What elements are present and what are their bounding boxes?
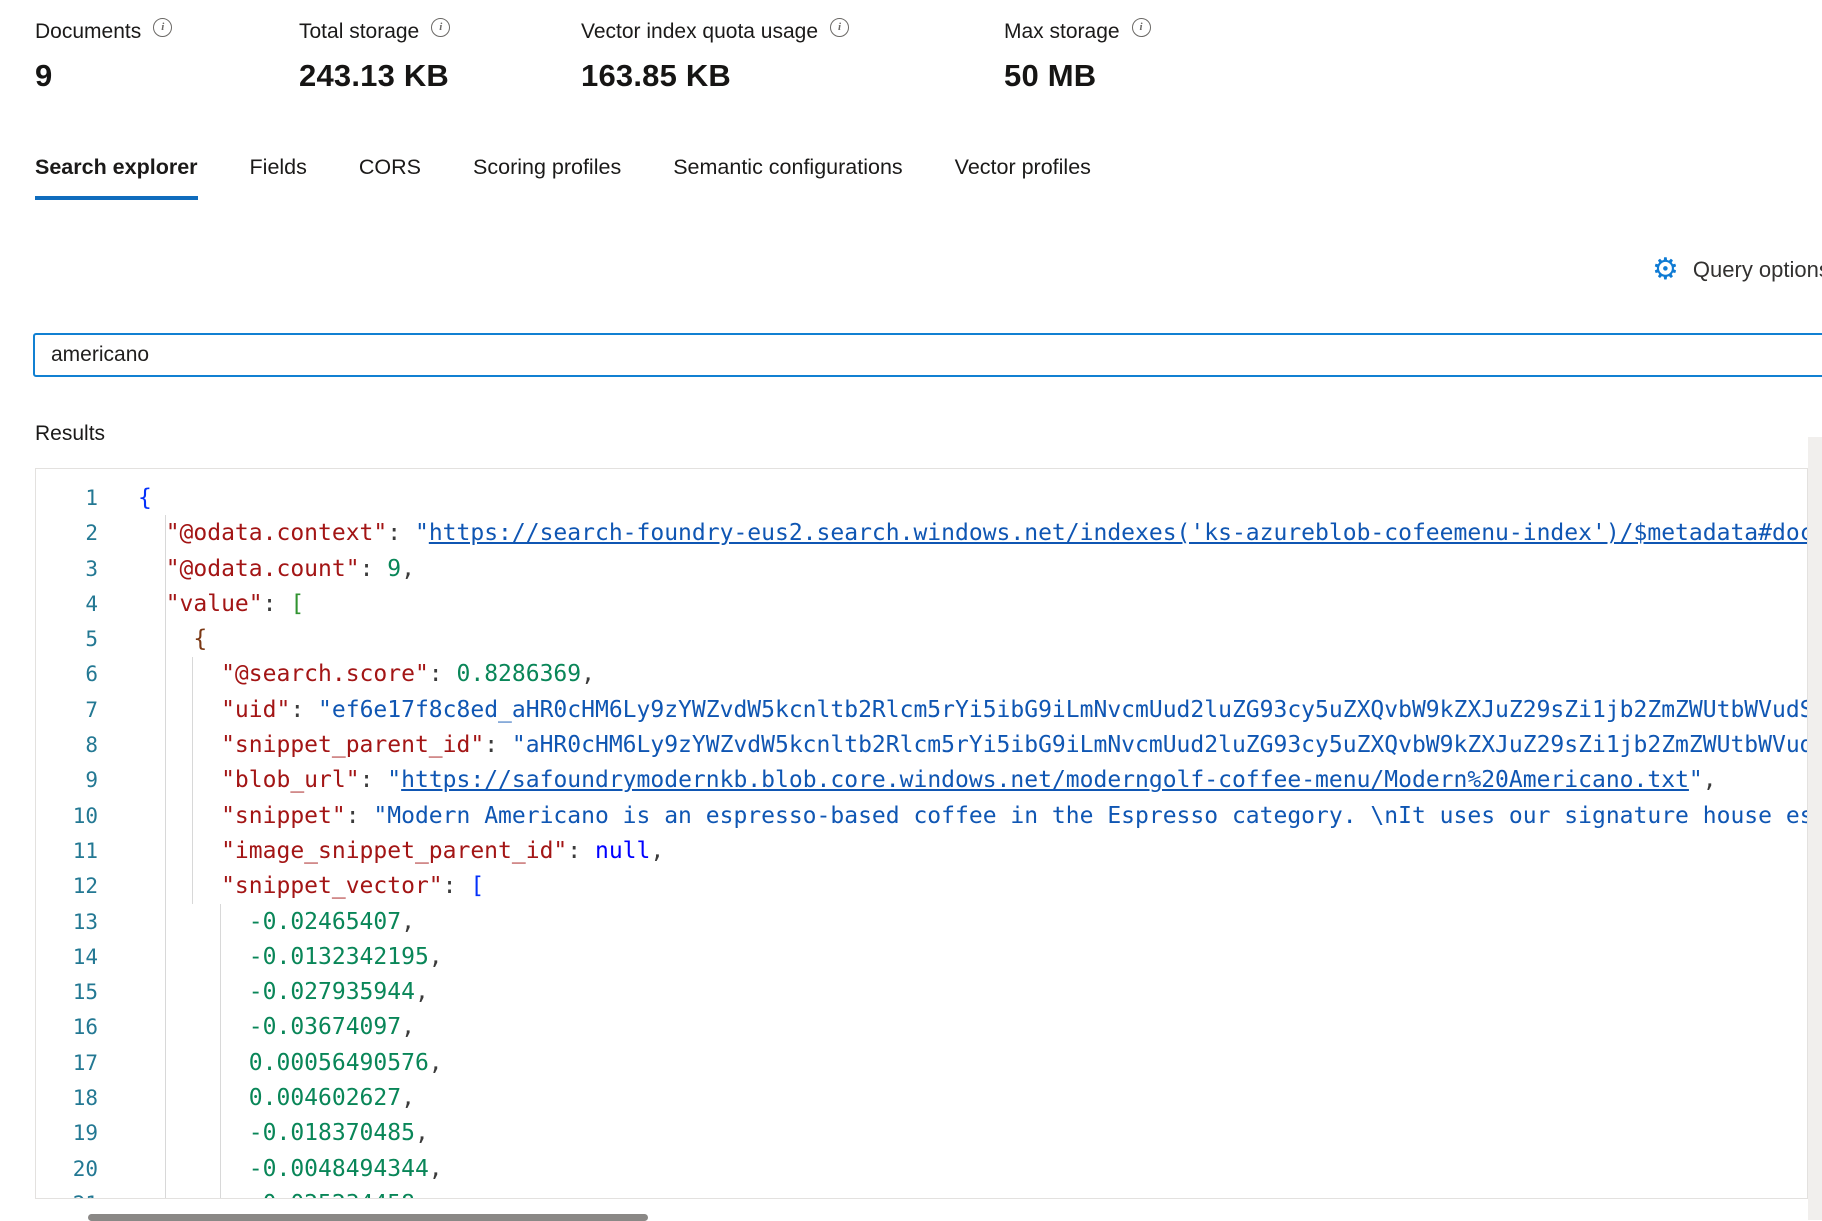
gear-icon: ⚙ — [1652, 255, 1679, 285]
code-line[interactable]: 13 -0.02465407, — [36, 905, 1807, 940]
line-number: 3 — [36, 552, 98, 587]
line-number: 1 — [36, 481, 98, 516]
line-number: 14 — [36, 940, 98, 975]
code-line[interactable]: 19 -0.018370485, — [36, 1116, 1807, 1151]
code-line[interactable]: 5 { — [36, 622, 1807, 657]
indent-guide — [165, 515, 166, 1198]
line-number: 17 — [36, 1046, 98, 1081]
indent-guide — [220, 904, 221, 1198]
line-number: 13 — [36, 905, 98, 940]
code-line[interactable]: 8 "snippet_parent_id": "aHR0cHM6Ly9zYWZv… — [36, 728, 1807, 763]
code-line[interactable]: 7 "uid": "ef6e17f8c8ed_aHR0cHM6Ly9zYWZvd… — [36, 693, 1807, 728]
code-line[interactable]: 16 -0.03674097, — [36, 1010, 1807, 1045]
code-line[interactable]: 18 0.004602627, — [36, 1081, 1807, 1116]
tab-scoring-profiles[interactable]: Scoring profiles — [473, 155, 621, 196]
line-number: 9 — [36, 763, 98, 798]
code-line[interactable]: 10 "snippet": "Modern Americano is an es… — [36, 799, 1807, 834]
tab-fields[interactable]: Fields — [250, 155, 307, 196]
stat-vector-quota-value: 163.85 KB — [581, 58, 849, 94]
code-line[interactable]: 9 "blob_url": "https://safoundrymodernkb… — [36, 763, 1807, 798]
stat-max-storage-value: 50 MB — [1004, 58, 1151, 94]
query-options-button[interactable]: ⚙ Query options — [1652, 255, 1822, 285]
vertical-scrollbar[interactable] — [1808, 437, 1822, 1220]
results-label: Results — [35, 422, 105, 446]
info-icon[interactable]: i — [153, 18, 172, 37]
stat-documents-value: 9 — [35, 58, 172, 94]
code-lines[interactable]: 1{2 "@odata.context": "https://search-fo… — [36, 469, 1807, 1199]
line-number: 6 — [36, 657, 98, 692]
code-line[interactable]: 2 "@odata.context": "https://search-foun… — [36, 516, 1807, 551]
line-number: 18 — [36, 1081, 98, 1116]
line-number: 16 — [36, 1010, 98, 1045]
tab-cors[interactable]: CORS — [359, 155, 421, 196]
line-number: 15 — [36, 975, 98, 1010]
code-line[interactable]: 14 -0.0132342195, — [36, 940, 1807, 975]
results-json-viewer[interactable]: 1{2 "@odata.context": "https://search-fo… — [35, 468, 1808, 1199]
info-icon[interactable]: i — [431, 18, 450, 37]
stat-total-storage: Total storage i 243.13 KB — [299, 20, 450, 94]
code-line[interactable]: 17 0.00056490576, — [36, 1046, 1807, 1081]
info-icon[interactable]: i — [1132, 18, 1151, 37]
line-number: 21 — [36, 1187, 98, 1199]
line-number: 19 — [36, 1116, 98, 1151]
line-number: 4 — [36, 587, 98, 622]
code-line[interactable]: 20 -0.0048494344, — [36, 1152, 1807, 1187]
code-line[interactable]: 12 "snippet_vector": [ — [36, 869, 1807, 904]
tab-search-explorer[interactable]: Search explorer — [35, 155, 198, 200]
line-number: 8 — [36, 728, 98, 763]
code-line[interactable]: 6 "@search.score": 0.8286369, — [36, 657, 1807, 692]
line-number: 12 — [36, 869, 98, 904]
stat-max-storage: Max storage i 50 MB — [1004, 20, 1151, 94]
stat-total-storage-value: 243.13 KB — [299, 58, 450, 94]
line-number: 7 — [36, 693, 98, 728]
stat-total-storage-label: Total storage — [299, 20, 419, 44]
line-number: 5 — [36, 622, 98, 657]
code-line[interactable]: 15 -0.027935944, — [36, 975, 1807, 1010]
indent-guide — [192, 657, 193, 904]
info-icon[interactable]: i — [830, 18, 849, 37]
stat-documents-label: Documents — [35, 20, 141, 44]
code-line[interactable]: 11 "image_snippet_parent_id": null, — [36, 834, 1807, 869]
stat-max-storage-label: Max storage — [1004, 20, 1120, 44]
code-line[interactable]: 21 -0.025234458, — [36, 1187, 1807, 1199]
tab-semantic-configurations[interactable]: Semantic configurations — [673, 155, 902, 196]
query-options-label: Query options — [1693, 257, 1822, 283]
code-line[interactable]: 4 "value": [ — [36, 587, 1807, 622]
line-number: 20 — [36, 1152, 98, 1187]
search-query-input[interactable] — [33, 333, 1822, 377]
stat-documents: Documents i 9 — [35, 20, 172, 94]
stat-vector-quota-label: Vector index quota usage — [581, 20, 818, 44]
line-number: 2 — [36, 516, 98, 551]
stat-vector-quota: Vector index quota usage i 163.85 KB — [581, 20, 849, 94]
line-number: 10 — [36, 799, 98, 834]
line-number: 11 — [36, 834, 98, 869]
index-tabs: Search explorer Fields CORS Scoring prof… — [35, 155, 1091, 200]
code-line[interactable]: 1{ — [36, 481, 1807, 516]
tab-vector-profiles[interactable]: Vector profiles — [955, 155, 1091, 196]
code-line[interactable]: 3 "@odata.count": 9, — [36, 552, 1807, 587]
